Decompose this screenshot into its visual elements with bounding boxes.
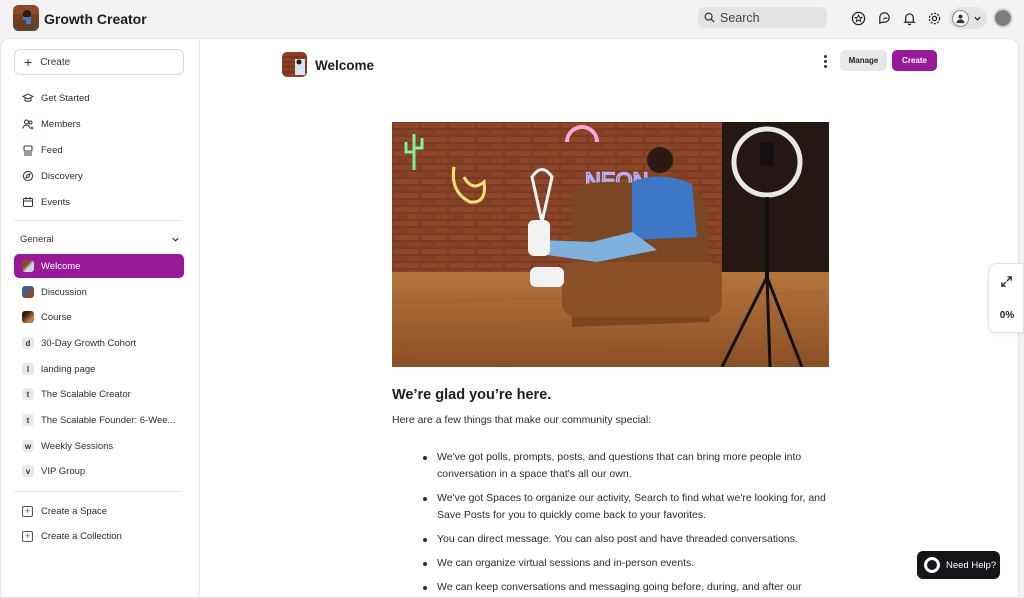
need-help-label: Need Help? [946, 559, 997, 571]
sidebar-item-discussion[interactable]: Discussion [14, 280, 184, 304]
chevron-down-icon [172, 237, 179, 242]
sidebar-item-the-scalable-creator[interactable]: t The Scalable Creator [14, 382, 184, 406]
list-item: We've got Spaces to organize our activit… [415, 490, 827, 524]
welcome-hero-image: NEON [392, 122, 829, 367]
plus-square-icon: + [22, 505, 33, 517]
sidebar-item-label: Welcome [41, 260, 81, 272]
account-menu-button[interactable] [949, 7, 987, 29]
sidebar-item-30-day-growth-cohort[interactable]: d 30-Day Growth Cohort [14, 331, 184, 355]
bell-icon[interactable] [900, 9, 918, 27]
sidebar-item-welcome[interactable]: Welcome [14, 254, 184, 278]
sidebar-item-label: 30-Day Growth Cohort [41, 337, 137, 349]
sidebar-item-label: Weekly Sessions [41, 440, 114, 452]
list-item: You can direct message. You can also pos… [415, 531, 827, 548]
chat-icon[interactable] [875, 9, 893, 27]
search-input[interactable]: Search [698, 7, 827, 28]
progress-percent: 0% [999, 310, 1015, 321]
sidebar-item-feed[interactable]: Feed [14, 138, 184, 162]
sidebar-item-label: Get Started [41, 92, 90, 104]
sidebar: + Create Get Started Members Feed Discov… [1, 39, 200, 597]
section-header-general[interactable]: General [20, 234, 180, 245]
create-collection-button[interactable]: + Create a Collection [14, 524, 184, 548]
sidebar-item-label: Discovery [41, 170, 83, 182]
list-item: We've got polls, prompts, posts, and que… [415, 449, 827, 483]
footer-item-label: Create a Collection [41, 530, 122, 542]
sidebar-create-button[interactable]: + Create [14, 49, 184, 75]
app-name[interactable]: Growth Creator [44, 11, 147, 27]
settings-gear-icon[interactable] [925, 9, 943, 27]
sidebar-item-the-scalable-founder[interactable]: t The Scalable Founder: 6-Wee... [14, 408, 184, 432]
calendar-icon [22, 196, 34, 208]
sidebar-item-label: landing page [41, 363, 96, 375]
sidebar-item-label: Events [41, 196, 71, 208]
sidebar-create-label: Create [40, 56, 71, 68]
sidebar-item-vip-group[interactable]: v VIP Group [14, 459, 184, 483]
space-thumbnail [22, 311, 34, 323]
sidebar-item-label: Course [41, 311, 72, 323]
sidebar-item-label: VIP Group [41, 465, 86, 477]
lifebuoy-icon [924, 557, 940, 573]
main-frame: + Create Get Started Members Feed Discov… [0, 38, 1019, 598]
create-space-button[interactable]: + Create a Space [14, 499, 184, 523]
sidebar-item-landing-page[interactable]: l landing page [14, 357, 184, 381]
create-post-button[interactable]: Create [892, 50, 937, 71]
more-options-icon[interactable] [819, 52, 831, 70]
post-intro: Here are a few things that make our comm… [392, 414, 652, 426]
sidebar-item-label: Discussion [41, 286, 87, 298]
members-icon [22, 118, 34, 130]
space-letter-badge: t [22, 414, 34, 426]
graduation-cap-icon [22, 92, 34, 104]
sidebar-item-members[interactable]: Members [14, 112, 184, 136]
section-title: General [20, 234, 54, 245]
list-item: We can keep conversations and messaging … [415, 579, 827, 596]
sidebar-item-label: Feed [41, 144, 63, 156]
sidebar-divider [14, 491, 180, 492]
user-avatar-icon [952, 9, 969, 27]
sidebar-item-weekly-sessions[interactable]: w Weekly Sessions [14, 434, 184, 458]
post-heading: We’re glad you’re here. [392, 387, 552, 403]
feature-list: We've got polls, prompts, posts, and que… [415, 449, 827, 597]
brand-logo[interactable] [13, 5, 39, 31]
manage-button[interactable]: Manage [840, 50, 887, 71]
expand-icon[interactable] [1000, 275, 1013, 293]
footer-item-label: Create a Space [41, 505, 108, 517]
list-item: We can organize virtual sessions and in-… [415, 555, 827, 572]
sidebar-item-label: The Scalable Creator [41, 388, 131, 400]
search-placeholder: Search [720, 10, 760, 25]
sidebar-item-events[interactable]: Events [14, 190, 184, 214]
sidebar-item-course[interactable]: Course [14, 305, 184, 329]
need-help-button[interactable]: Need Help? [917, 551, 1000, 579]
space-letter-badge: v [22, 465, 34, 477]
feed-icon [22, 144, 34, 156]
plus-icon: + [24, 54, 33, 70]
compass-icon [22, 170, 34, 182]
badge-star-icon[interactable] [849, 9, 867, 27]
space-thumbnail [22, 286, 34, 298]
plus-square-icon: + [22, 530, 33, 542]
search-icon [704, 12, 715, 23]
chevron-down-icon [974, 16, 981, 21]
sidebar-divider [14, 220, 180, 221]
profile-avatar[interactable] [993, 8, 1013, 28]
space-letter-badge: d [22, 337, 34, 349]
top-bar: Growth Creator Search [0, 0, 1024, 36]
space-thumbnail [22, 260, 34, 272]
space-letter-badge: t [22, 388, 34, 400]
sidebar-item-discovery[interactable]: Discovery [14, 164, 184, 188]
sidebar-item-get-started[interactable]: Get Started [14, 86, 184, 110]
sidebar-item-label: Members [41, 118, 81, 130]
space-letter-badge: w [22, 440, 34, 452]
page-title: Welcome [315, 58, 375, 73]
space-logo [282, 52, 307, 77]
sidebar-item-label: The Scalable Founder: 6-Wee... [41, 414, 176, 426]
space-letter-badge: l [22, 363, 34, 375]
side-tools-panel: 0% [988, 263, 1024, 333]
